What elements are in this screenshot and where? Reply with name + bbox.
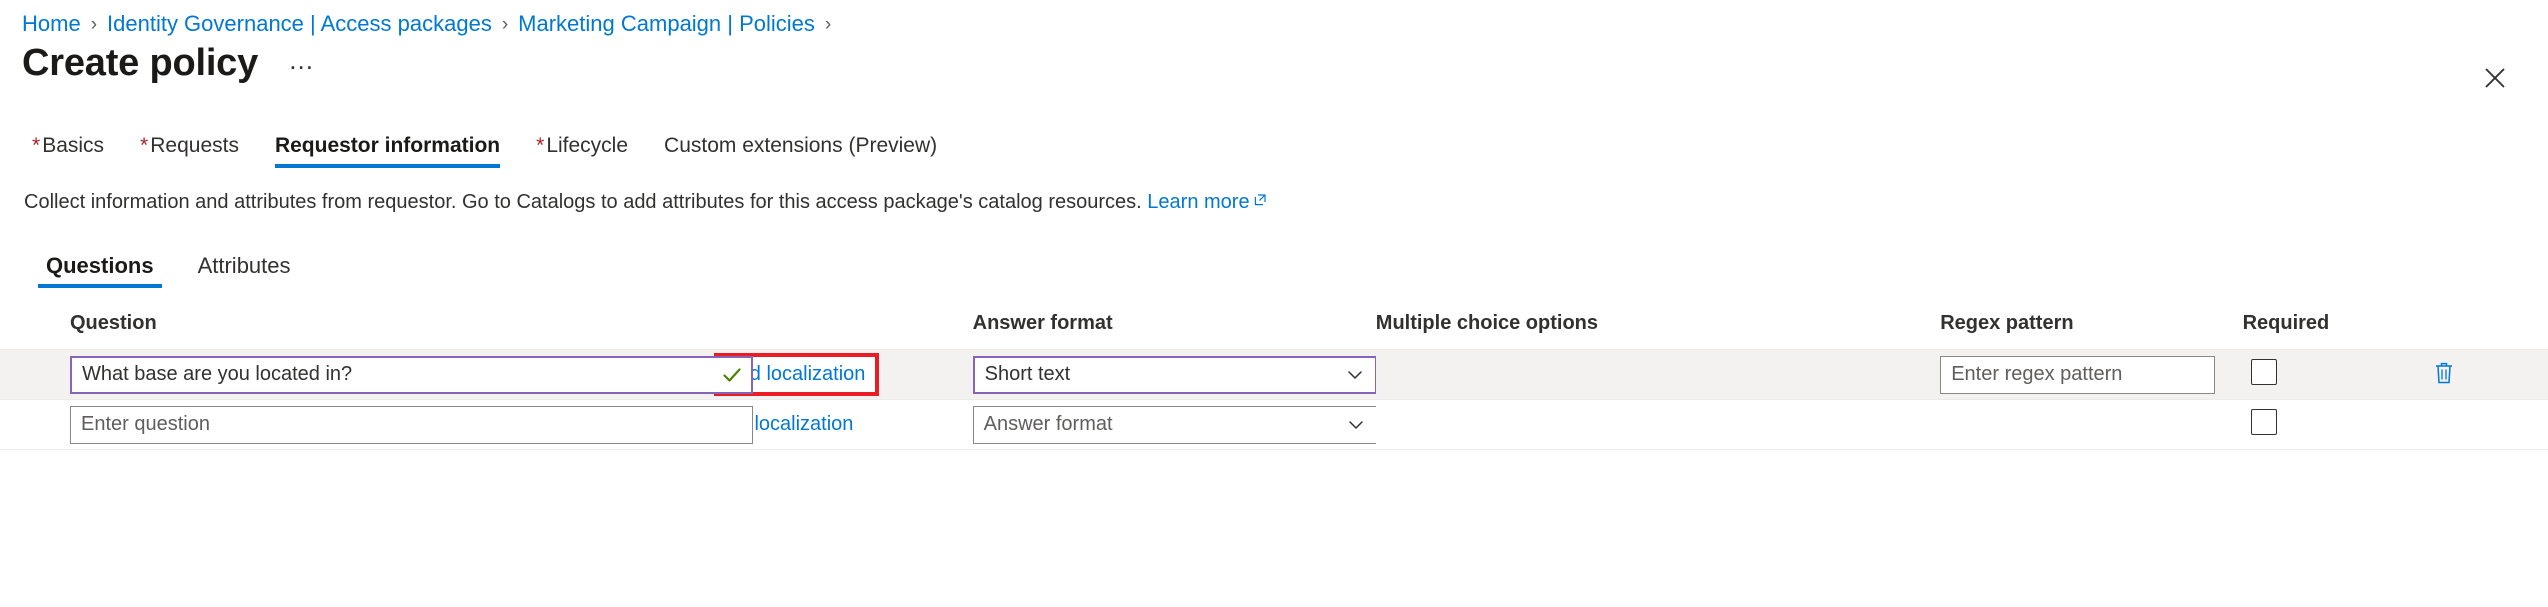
chevron-down-icon — [1346, 415, 1366, 435]
answer-format-dropdown[interactable]: Answer format — [973, 406, 1377, 444]
valid-check-icon — [721, 364, 743, 386]
description-text: Collect information and attributes from … — [24, 191, 1142, 213]
questions-table-container: Question Answer format Multiple choice o… — [0, 312, 2548, 450]
required-indicator: * — [140, 134, 148, 157]
cell-question — [0, 400, 706, 450]
tab-label: Lifecycle — [546, 134, 628, 157]
table-header-row: Question Answer format Multiple choice o… — [0, 312, 2548, 350]
close-button[interactable] — [2474, 57, 2516, 99]
tab-label: Basics — [42, 134, 104, 157]
cell-actions — [2424, 350, 2548, 400]
learn-more-link[interactable]: Learn more — [1147, 191, 1266, 213]
subtab-attributes[interactable]: Attributes — [190, 255, 299, 288]
breadcrumb-item-identity-governance[interactable]: Identity Governance | Access packages — [107, 13, 492, 35]
cell-required — [2243, 350, 2424, 400]
breadcrumb-separator-icon: › — [502, 15, 508, 34]
learn-more-label: Learn more — [1147, 191, 1249, 213]
required-checkbox[interactable] — [2251, 359, 2277, 385]
subtab-label: Attributes — [198, 253, 291, 278]
external-link-icon — [1253, 188, 1267, 215]
cell-regex-pattern — [1940, 400, 2242, 450]
tab-label: Custom extensions (Preview) — [664, 134, 937, 157]
cell-question — [0, 350, 706, 400]
cell-multiple-choice-options — [1376, 350, 1940, 400]
question-input[interactable] — [80, 358, 715, 392]
cell-actions — [2424, 400, 2548, 450]
regex-pattern-input[interactable] — [1949, 357, 2206, 393]
column-header-required: Required — [2243, 312, 2424, 350]
table-row: add localization Answer format — [0, 400, 2548, 450]
page-title: Create policy — [22, 43, 258, 85]
breadcrumb-item-marketing-campaign[interactable]: Marketing Campaign | Policies — [518, 13, 815, 35]
tab-label: Requestor information — [275, 134, 500, 157]
column-header-localization — [706, 312, 973, 350]
cell-answer-format: Short text — [973, 350, 1376, 400]
delete-question-button[interactable] — [2424, 355, 2464, 395]
tab-label: Requests — [150, 134, 239, 157]
section-description: Collect information and attributes from … — [0, 168, 2548, 216]
cell-multiple-choice-options — [1376, 400, 1940, 450]
breadcrumb-separator-icon: › — [91, 15, 97, 34]
regex-input-wrapper[interactable] — [1940, 356, 2215, 394]
cell-answer-format: Answer format — [973, 400, 1376, 450]
table-row: add localization Short text — [0, 350, 2548, 400]
wizard-tablist: *Basics *Requests Requestor information … — [0, 122, 2548, 168]
trash-icon — [2432, 360, 2456, 389]
tab-lifecycle[interactable]: *Lifecycle — [524, 135, 640, 168]
required-indicator: * — [536, 134, 544, 157]
answer-format-dropdown[interactable]: Short text — [973, 356, 1377, 394]
breadcrumb: Home › Identity Governance | Access pack… — [0, 0, 2548, 34]
question-input-wrapper[interactable] — [70, 406, 753, 444]
answer-format-value: Short text — [985, 363, 1071, 386]
required-checkbox[interactable] — [2251, 409, 2277, 435]
column-header-regex-pattern: Regex pattern — [1940, 312, 2242, 350]
more-actions-button[interactable]: … — [282, 41, 322, 87]
question-input-wrapper[interactable] — [70, 356, 753, 394]
tab-basics[interactable]: *Basics — [20, 135, 116, 168]
column-header-multiple-choice-options: Multiple choice options — [1376, 312, 1940, 350]
tab-custom-extensions[interactable]: Custom extensions (Preview) — [652, 135, 949, 168]
column-header-actions — [2424, 312, 2548, 350]
page-header: Create policy … — [0, 34, 2548, 86]
question-input[interactable] — [79, 407, 744, 443]
questions-attributes-tablist: Questions Attributes — [0, 246, 2548, 288]
subtab-questions[interactable]: Questions — [38, 255, 162, 288]
tab-requests[interactable]: *Requests — [128, 135, 251, 168]
breadcrumb-item-home[interactable]: Home — [22, 13, 81, 35]
cell-required — [2243, 400, 2424, 450]
column-header-answer-format: Answer format — [973, 312, 1376, 350]
chevron-down-icon — [1345, 365, 1365, 385]
answer-format-value: Answer format — [984, 413, 1113, 436]
questions-table: Question Answer format Multiple choice o… — [0, 312, 2548, 450]
close-icon — [2484, 67, 2506, 89]
tab-requestor-information[interactable]: Requestor information — [263, 135, 512, 168]
required-indicator: * — [32, 134, 40, 157]
subtab-label: Questions — [46, 253, 154, 278]
column-header-question: Question — [0, 312, 706, 350]
breadcrumb-separator-icon: › — [825, 15, 831, 34]
cell-regex-pattern — [1940, 350, 2242, 400]
